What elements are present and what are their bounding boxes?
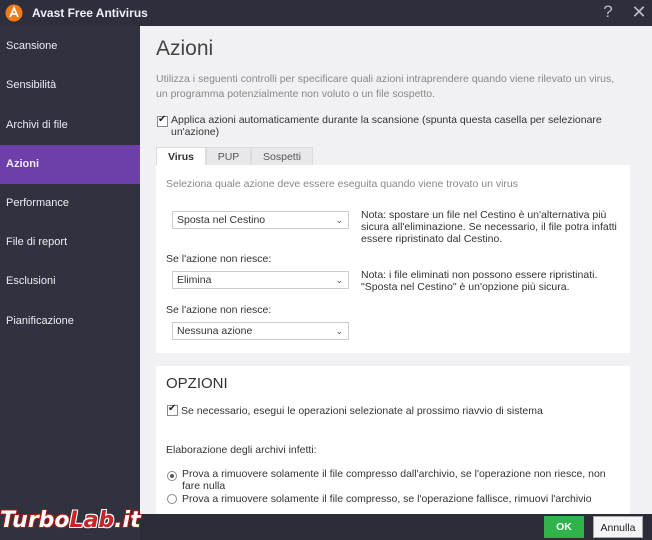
- sidebar-item-esclusioni[interactable]: Esclusioni: [0, 262, 140, 301]
- reboot-checkbox[interactable]: [167, 403, 178, 416]
- tab-sospetti[interactable]: Sospetti: [251, 147, 313, 166]
- avast-logo-icon: [5, 4, 23, 22]
- chevron-down-icon: ⌄: [335, 215, 343, 225]
- main-content: Azioni Utilizza i seguenti controlli per…: [140, 26, 652, 514]
- archives-label: Elaborazione degli archivi infetti:: [166, 444, 317, 456]
- sidebar-item-pianificazione[interactable]: Pianificazione: [0, 302, 140, 341]
- chevron-down-icon: ⌄: [335, 326, 343, 336]
- watermark-part-1: Turbo: [0, 508, 70, 533]
- panel-hint: Seleziona quale azione deve essere esegu…: [166, 178, 518, 190]
- archive-option-radio-1[interactable]: [167, 471, 177, 481]
- page-title: Azioni: [156, 37, 214, 60]
- help-icon[interactable]: ?: [600, 2, 616, 22]
- scrollbar[interactable]: [644, 26, 652, 514]
- ok-button[interactable]: OK: [544, 516, 584, 538]
- sidebar-item-performance[interactable]: Performance: [0, 184, 140, 223]
- virus-actions-panel: Seleziona quale azione deve essere esegu…: [156, 165, 630, 353]
- close-icon[interactable]: ✕: [630, 2, 648, 23]
- sidebar-item-archivi-di-file[interactable]: Archivi di file: [0, 106, 140, 145]
- primary-action-select[interactable]: Sposta nel Cestino ⌄: [172, 211, 349, 229]
- fallback-action-value-1: Elimina: [177, 274, 212, 286]
- watermark-part-3: .it: [114, 508, 141, 533]
- fail-label-1: Se l'azione non riesce:: [166, 253, 272, 265]
- sidebar-item-sensibilita[interactable]: Sensibilità: [0, 66, 140, 105]
- archive-option-label-2: Prova a rimuovere solamente il file comp…: [182, 493, 592, 505]
- window-title: Avast Free Antivirus: [32, 6, 148, 20]
- tab-pup[interactable]: PUP: [206, 147, 251, 166]
- title-bar: Avast Free Antivirus ? ✕: [0, 0, 652, 26]
- sidebar-item-scansione[interactable]: Scansione: [0, 27, 140, 66]
- fail-label-2: Se l'azione non riesce:: [166, 304, 272, 316]
- fallback-action-select-2[interactable]: Nessuna azione ⌄: [172, 322, 349, 340]
- primary-action-value: Sposta nel Cestino: [177, 214, 266, 226]
- reboot-label: Se necessario, esegui le operazioni sele…: [181, 405, 543, 417]
- sidebar-item-file-di-report[interactable]: File di report: [0, 223, 140, 262]
- turbolab-watermark: TurboLab.it: [0, 508, 141, 533]
- auto-apply-label: Applica azioni automaticamente durante l…: [171, 114, 602, 138]
- tab-virus[interactable]: Virus: [156, 147, 206, 166]
- footer-bar: OK Annulla: [140, 514, 652, 540]
- options-section: OPZIONI Se necessario, esegui le operazi…: [156, 366, 630, 514]
- sidebar: Scansione Sensibilità Archivi di file Az…: [0, 26, 140, 540]
- sidebar-item-azioni[interactable]: Azioni: [0, 145, 140, 184]
- primary-note: Nota: spostare un file nel Cestino è un'…: [361, 209, 617, 245]
- archive-option-label-1: Prova a rimuovere solamente il file comp…: [182, 468, 606, 492]
- fallback-action-value-2: Nessuna azione: [177, 325, 253, 337]
- auto-apply-checkbox[interactable]: [157, 114, 168, 127]
- cancel-button[interactable]: Annulla: [593, 516, 643, 538]
- intro-text: Utilizza i seguenti controlli per specif…: [156, 73, 615, 100]
- archive-option-radio-2[interactable]: [167, 494, 177, 504]
- options-heading: OPZIONI: [166, 375, 228, 392]
- fallback-action-select-1[interactable]: Elimina ⌄: [172, 271, 349, 289]
- watermark-part-2: Lab: [69, 508, 115, 533]
- chevron-down-icon: ⌄: [335, 275, 343, 285]
- fallback-note-1: Nota: i file eliminati non possono esser…: [361, 269, 598, 293]
